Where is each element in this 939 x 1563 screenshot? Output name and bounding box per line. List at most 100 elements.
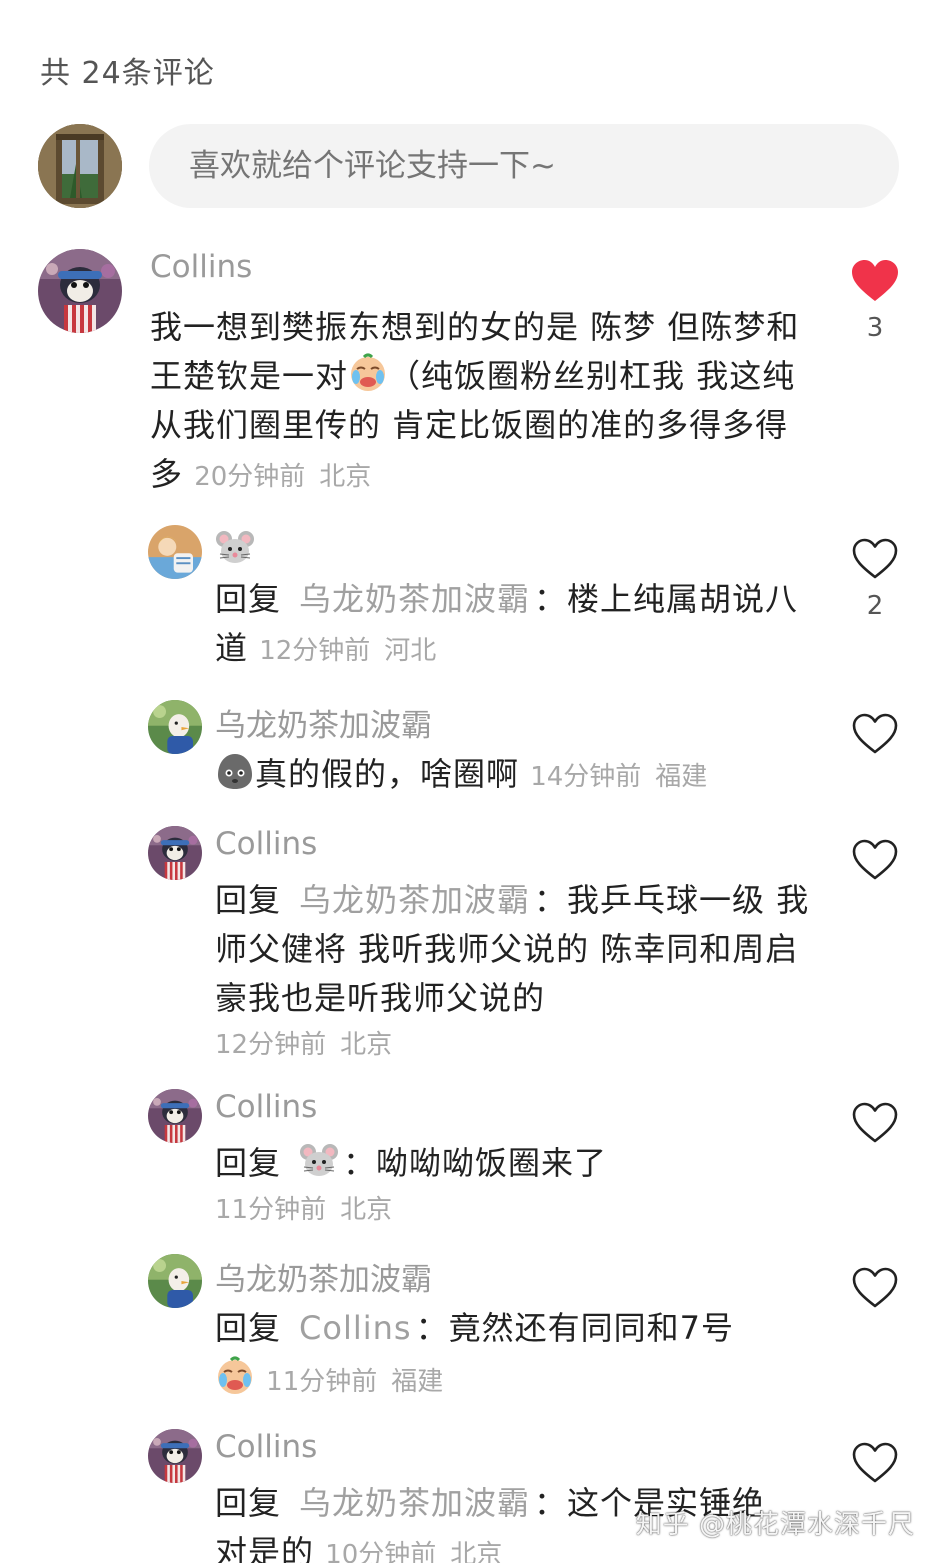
heart-outline-icon — [851, 537, 899, 581]
avatar[interactable] — [148, 826, 202, 880]
reply-label: 回复 — [215, 1484, 282, 1522]
reply-location: 北京 — [340, 1195, 393, 1225]
reply-body: 回复 ：呦呦呦饭圈来了 11分钟前 北京 — [215, 1139, 815, 1232]
like-button[interactable]: 3 — [845, 259, 905, 343]
like-button[interactable] — [845, 1266, 905, 1350]
reply-time: 11分钟前 — [266, 1367, 378, 1397]
current-user-avatar[interactable] — [38, 124, 122, 208]
reply-label: 回复 — [215, 1144, 282, 1182]
reply-target-name[interactable]: 乌龙奶茶加波霸 — [299, 881, 530, 919]
reply-item: 回复 乌龙奶茶加波霸 ：楼上纯属胡说八道 12分钟前 河北 2 — [0, 525, 939, 675]
reply-label: 回复 — [215, 1309, 282, 1347]
reply-location: 北京 — [340, 1030, 393, 1060]
bird-avatar-icon — [148, 1254, 202, 1308]
comments-panel: 共 24条评论 Collins 我一想到樊振东想到的女的是 陈梦 但陈梦和王楚钦… — [0, 0, 939, 1563]
avatar[interactable] — [38, 249, 122, 333]
reply-meta: 14分钟前 福建 — [530, 762, 707, 792]
bird-avatar-icon — [148, 700, 202, 754]
like-count — [845, 1320, 905, 1350]
illustration-avatar-icon — [148, 525, 202, 579]
reply-meta: 11分钟前 福建 — [266, 1367, 443, 1397]
like-button[interactable]: 2 — [845, 537, 905, 621]
like-button[interactable] — [845, 838, 905, 922]
heart-outline-icon — [851, 1101, 899, 1145]
heart-outline-icon — [851, 1266, 899, 1310]
reply-target-name[interactable] — [299, 1144, 339, 1182]
reply-meta: 10分钟前 北京 — [325, 1540, 502, 1563]
door-photo-icon — [38, 124, 122, 208]
reply-colon: ： — [343, 1144, 377, 1182]
reply-body: 回复 Collins ：竟然还有同同和7号 11分钟前 福建 — [215, 1304, 815, 1408]
comment-time: 20分钟前 — [194, 462, 306, 492]
reply-location: 福建 — [391, 1367, 444, 1397]
comment-body: 我一想到樊振东想到的女的是 陈梦 但陈梦和王楚钦是一对 （纯饭圈粉丝别杠我 我这纯… — [150, 303, 810, 502]
like-count — [845, 766, 905, 796]
like-button[interactable] — [845, 1101, 905, 1185]
comment-location: 北京 — [319, 462, 372, 492]
heart-outline-icon — [851, 838, 899, 882]
avatar[interactable] — [148, 1089, 202, 1143]
reply-colon: ： — [415, 1309, 449, 1347]
reply-time: 14分钟前 — [530, 762, 642, 792]
like-count: 3 — [866, 313, 884, 343]
reply-location: 福建 — [655, 762, 708, 792]
heart-outline-icon — [851, 712, 899, 756]
reply-item: Collins 回复 乌龙奶茶加波霸 ：这个是实锤绝对是的 10分钟前 北京 — [0, 1429, 939, 1563]
reply-text: 呦呦呦饭圈来了 — [376, 1144, 608, 1182]
mascot-avatar-icon — [38, 249, 122, 333]
reply-target-name[interactable]: 乌龙奶茶加波霸 — [299, 580, 530, 618]
reply-username[interactable]: 乌龙奶茶加波霸 — [215, 700, 432, 745]
mascot-avatar-icon — [148, 1089, 202, 1143]
avatar[interactable] — [148, 1429, 202, 1483]
reply-username[interactable]: 乌龙奶茶加波霸 — [215, 1254, 432, 1299]
reply-username[interactable]: Collins — [215, 826, 317, 862]
comment-count-title: 共 24条评论 — [40, 56, 215, 91]
reply-location: 河北 — [384, 636, 437, 666]
reply-colon: ： — [534, 580, 568, 618]
reply-label: 回复 — [215, 580, 282, 618]
reply-time: 11分钟前 — [215, 1195, 327, 1225]
avatar[interactable] — [148, 1254, 202, 1308]
comment-username[interactable]: Collins — [150, 249, 252, 285]
avatar[interactable] — [148, 525, 202, 579]
reply-item: 乌龙奶茶加波霸 真的假的，啥圈啊 14分钟前 福建 — [0, 700, 939, 810]
reply-username[interactable] — [215, 527, 255, 575]
like-count — [845, 1155, 905, 1185]
crying-face-icon — [348, 353, 388, 393]
reply-body: 回复 乌龙奶茶加波霸 ：楼上纯属胡说八道 12分钟前 河北 — [215, 575, 805, 676]
comment-meta: 20分钟前 北京 — [194, 462, 371, 492]
reply-time: 12分钟前 — [215, 1030, 327, 1060]
heart-filled-icon — [851, 259, 899, 303]
watermark: 知乎 @桃花潭水深千尺 — [635, 1510, 915, 1540]
mascot-avatar-icon — [148, 826, 202, 880]
reply-text: 真的假的，啥圈啊 — [255, 755, 520, 793]
comment-composer — [38, 124, 900, 208]
reply-colon: ： — [534, 1484, 568, 1522]
reply-item: Collins 回复 ：呦呦呦饭圈来了 11分钟前 北京 — [0, 1089, 939, 1229]
reply-target-name[interactable]: Collins — [299, 1309, 412, 1347]
like-count: 2 — [866, 591, 884, 621]
reply-username[interactable]: Collins — [215, 1429, 317, 1465]
reply-time: 12分钟前 — [259, 636, 371, 666]
reply-body: 回复 乌龙奶茶加波霸 ：我乒乓球一级 我师父健将 我听我师父说的 陈幸同和周启豪我也… — [215, 876, 813, 1067]
reply-colon: ： — [534, 881, 568, 919]
reply-label: 回复 — [215, 881, 282, 919]
reply-username[interactable]: Collins — [215, 1089, 317, 1125]
reply-meta: 12分钟前 河北 — [259, 636, 436, 666]
reply-item: 乌龙奶茶加波霸 回复 Collins ：竟然还有同同和7号 11分钟前 福建 — [0, 1254, 939, 1404]
reply-body: 真的假的，啥圈啊 14分钟前 福建 — [215, 750, 815, 802]
reply-meta: 12分钟前 北京 — [215, 1023, 813, 1067]
comment-input[interactable] — [149, 124, 899, 208]
comment-item: Collins 我一想到樊振东想到的女的是 陈梦 但陈梦和王楚钦是一对 （纯饭圈粉… — [0, 247, 939, 507]
crying-face-icon — [215, 1356, 255, 1396]
reply-text: 竟然还有同同和7号 — [448, 1309, 734, 1347]
mouse-face-icon — [299, 1140, 339, 1180]
reply-target-name[interactable]: 乌龙奶茶加波霸 — [299, 1484, 530, 1522]
like-count — [845, 892, 905, 922]
avatar[interactable] — [148, 700, 202, 754]
reply-time: 10分钟前 — [325, 1540, 437, 1563]
mouse-face-icon — [215, 527, 255, 567]
like-button[interactable] — [845, 712, 905, 796]
reply-meta: 11分钟前 北京 — [215, 1188, 815, 1232]
reply-item: Collins 回复 乌龙奶茶加波霸 ：我乒乓球一级 我师父健将 我听我师父说的 陈… — [0, 826, 939, 1066]
